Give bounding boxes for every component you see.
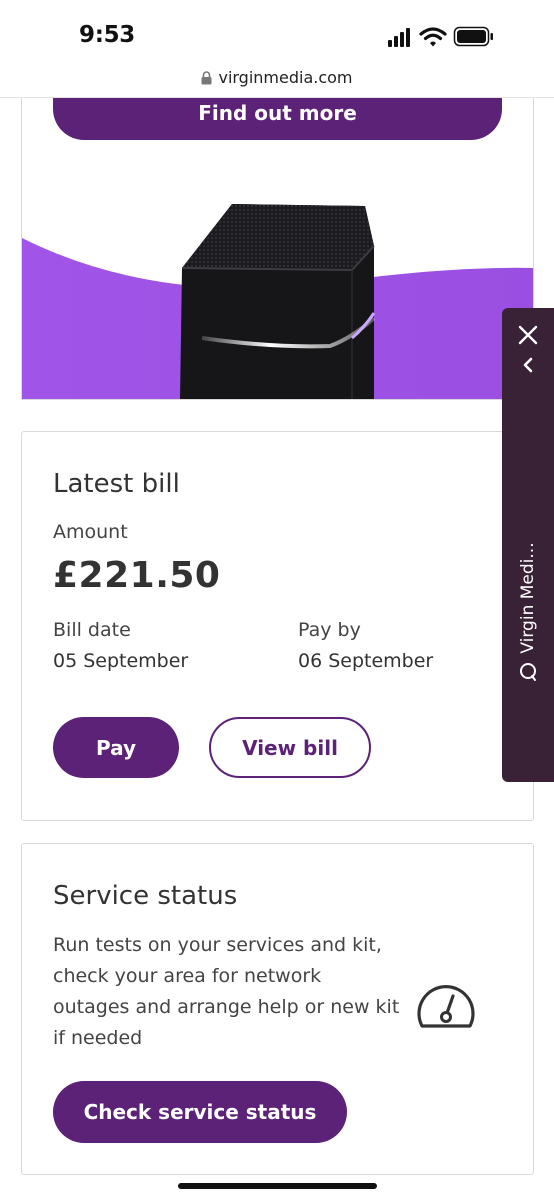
speedometer-icon bbox=[417, 985, 475, 1028]
battery-icon bbox=[453, 26, 493, 47]
find-out-more-button[interactable]: Find out more bbox=[53, 98, 502, 140]
pay-by-label: Pay by bbox=[298, 619, 361, 641]
check-service-status-button[interactable]: Check service status bbox=[53, 1081, 347, 1143]
bill-date-value: 05 September bbox=[53, 650, 189, 672]
latest-bill-card: Latest bill Amount £221.50 Bill date 05 … bbox=[21, 431, 534, 821]
chat-side-tab[interactable]: Virgin Medi... bbox=[502, 308, 554, 782]
pay-by-value: 06 September bbox=[298, 650, 434, 672]
status-time: 9:53 bbox=[79, 22, 136, 48]
chat-label[interactable]: Virgin Medi... bbox=[518, 542, 538, 653]
bill-amount: £221.50 bbox=[53, 555, 221, 596]
page-content: Find out more Latest bill Amount £221.50… bbox=[0, 98, 554, 1200]
address-bar[interactable]: virginmedia.com bbox=[0, 62, 554, 98]
wifi-icon bbox=[419, 27, 447, 47]
lock-icon bbox=[201, 70, 212, 84]
service-status-card: Service status Run tests on your service… bbox=[21, 843, 534, 1175]
signal-icon bbox=[388, 28, 410, 47]
view-bill-button[interactable]: View bill bbox=[209, 717, 371, 778]
bill-title: Latest bill bbox=[53, 469, 180, 499]
close-icon[interactable] bbox=[517, 324, 539, 346]
pay-button[interactable]: Pay bbox=[53, 717, 179, 778]
amount-label: Amount bbox=[53, 521, 128, 543]
service-description: Run tests on your services and kit, chec… bbox=[53, 934, 400, 1049]
hub-device-image bbox=[22, 204, 533, 399]
url-text: virginmedia.com bbox=[218, 68, 353, 87]
status-icons bbox=[388, 26, 493, 47]
home-indicator bbox=[178, 1183, 377, 1189]
bill-date-label: Bill date bbox=[53, 619, 131, 641]
promo-card: Find out more bbox=[21, 98, 534, 400]
chat-bubble-icon bbox=[520, 663, 536, 681]
service-title: Service status bbox=[53, 881, 238, 911]
status-bar: 9:53 bbox=[0, 0, 554, 62]
chevron-left-icon[interactable] bbox=[521, 356, 535, 374]
